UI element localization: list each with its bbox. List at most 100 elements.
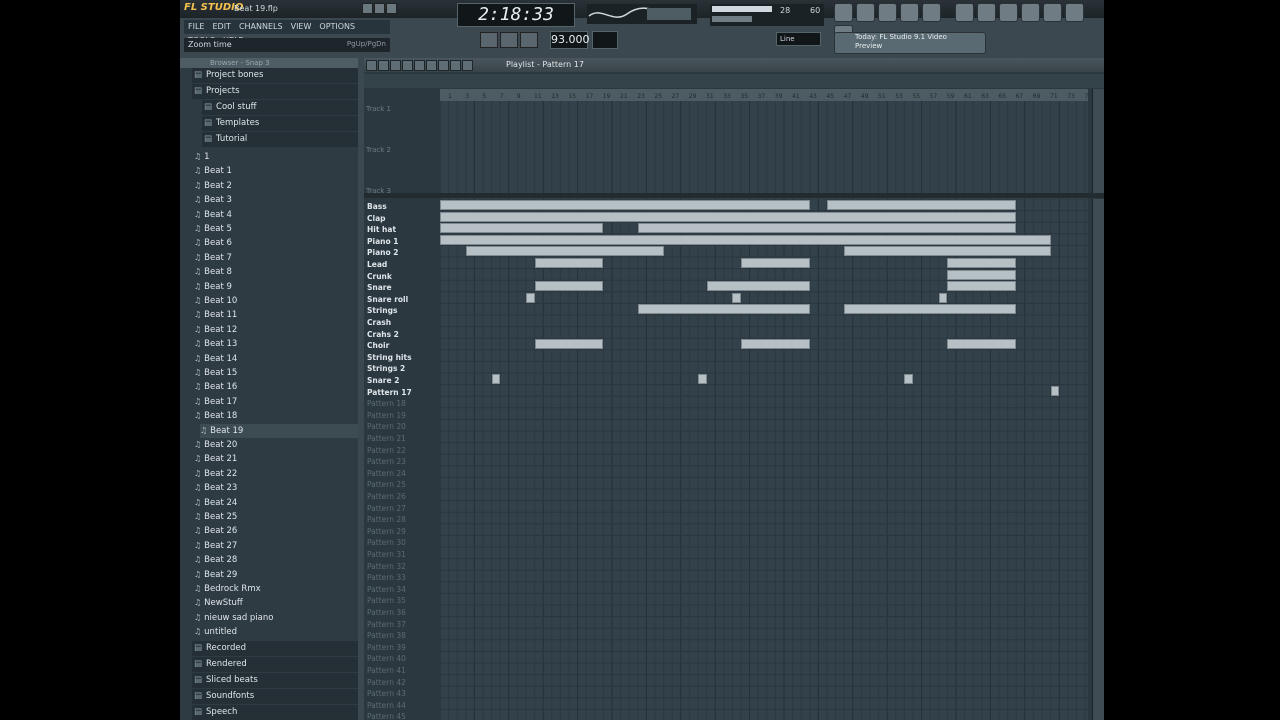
pattern-name[interactable]: Pattern 25 bbox=[367, 479, 406, 490]
step-sequencer-icon[interactable] bbox=[856, 3, 875, 22]
pattern-name[interactable]: Piano 2 bbox=[367, 247, 398, 258]
browser-folder[interactable]: ▤ Soundfonts bbox=[192, 688, 358, 704]
track-label[interactable]: Track 1 bbox=[366, 105, 391, 113]
browser-file[interactable]: ♫ Beat 28 bbox=[194, 553, 237, 567]
pattern-clip[interactable] bbox=[440, 200, 810, 210]
pattern-clip[interactable] bbox=[637, 223, 1017, 234]
pattern-clip[interactable] bbox=[526, 292, 535, 303]
pattern-clip[interactable] bbox=[947, 258, 1017, 268]
pattern-clip[interactable] bbox=[947, 339, 1017, 350]
pattern-name[interactable]: Snare roll bbox=[367, 294, 408, 305]
mute-tool-icon[interactable] bbox=[402, 60, 413, 71]
pattern-name[interactable]: Pattern 21 bbox=[367, 433, 406, 444]
maximize-icon[interactable] bbox=[374, 3, 385, 14]
pattern-clip[interactable] bbox=[732, 292, 741, 303]
record-button[interactable] bbox=[520, 32, 538, 48]
browser-file[interactable]: ♫ Beat 13 bbox=[194, 337, 237, 351]
browser-file[interactable]: ♫ Beat 12 bbox=[194, 323, 237, 337]
paint-tool-icon[interactable] bbox=[378, 60, 389, 71]
pattern-name[interactable]: Bass bbox=[367, 201, 387, 212]
track-scrollbar[interactable] bbox=[1092, 89, 1104, 193]
pattern-clip[interactable] bbox=[741, 258, 810, 268]
pattern-name[interactable]: String hits bbox=[367, 352, 412, 363]
browser-file[interactable]: ♫ Beat 5 bbox=[194, 222, 232, 236]
browser-folder[interactable]: ▤ Project bones bbox=[192, 68, 358, 83]
pattern-name[interactable]: Clap bbox=[367, 213, 386, 224]
timeline-ruler[interactable]: 1 3 5 7 9 11 13 15 17 19 21 23 25 27 29 31 33 35 37 39 41 43 4… bbox=[440, 89, 1104, 101]
disk-icon[interactable] bbox=[977, 3, 996, 22]
pattern-name[interactable]: Strings 2 bbox=[367, 363, 405, 374]
browser-subfolder[interactable]: ▤ Templates bbox=[202, 116, 358, 131]
stop-button[interactable] bbox=[500, 32, 518, 48]
power-icon[interactable] bbox=[955, 3, 974, 22]
browser-file[interactable]: ♫ Beat 29 bbox=[194, 568, 237, 582]
browser-folder[interactable]: ▤ Recorded bbox=[192, 640, 358, 656]
browser-file[interactable]: ♫ Beat 24 bbox=[194, 496, 237, 510]
pattern-name[interactable]: Pattern 23 bbox=[367, 456, 406, 467]
browser-file[interactable]: ♫ Beat 16 bbox=[194, 380, 237, 394]
browser-file[interactable]: ♫ 1 bbox=[194, 150, 210, 164]
pattern-name[interactable]: Snare 2 bbox=[367, 375, 399, 386]
pattern-clip[interactable] bbox=[741, 339, 810, 350]
pattern-clip[interactable] bbox=[440, 211, 1017, 222]
browser-folder[interactable]: ▤ Speech bbox=[192, 704, 358, 720]
pattern-name[interactable]: Pattern 26 bbox=[367, 491, 406, 502]
browser-file[interactable]: ♫ nieuw sad piano bbox=[194, 611, 273, 625]
pattern-name[interactable]: Pattern 41 bbox=[367, 665, 406, 676]
pattern-name[interactable]: Pattern 34 bbox=[367, 584, 406, 595]
browser-folder[interactable]: ▤ Projects bbox=[192, 84, 358, 99]
pattern-name[interactable]: Pattern 28 bbox=[367, 514, 406, 525]
pattern-name[interactable]: Pattern 27 bbox=[367, 503, 406, 514]
pattern-name[interactable]: Pattern 29 bbox=[367, 526, 406, 537]
pattern-name[interactable]: Pattern 35 bbox=[367, 595, 406, 606]
browser-subfolder[interactable]: ▤ Cool stuff bbox=[202, 100, 358, 115]
pattern-name[interactable]: Pattern 37 bbox=[367, 619, 406, 630]
pattern-name[interactable]: Pattern 39 bbox=[367, 642, 406, 653]
pattern-name[interactable]: Pattern 24 bbox=[367, 468, 406, 479]
export-icon[interactable] bbox=[1065, 3, 1084, 22]
browser-file[interactable]: ♫ Beat 18 bbox=[194, 409, 237, 423]
browser-file[interactable]: ♫ Beat 9 bbox=[194, 280, 232, 294]
pattern-clip[interactable] bbox=[440, 234, 1051, 245]
browser-file[interactable]: ♫ Beat 21 bbox=[194, 452, 237, 466]
draw-tool-icon[interactable] bbox=[366, 60, 377, 71]
browser-file[interactable]: ♫ Beat 26 bbox=[194, 524, 237, 538]
delete-icon[interactable] bbox=[999, 3, 1018, 22]
browser-file[interactable]: ♫ Beat 6 bbox=[194, 236, 232, 250]
menu-channels[interactable]: CHANNELS bbox=[235, 20, 287, 34]
delete-tool-icon[interactable] bbox=[390, 60, 401, 71]
pattern-name[interactable]: Pattern 20 bbox=[367, 421, 406, 432]
browser-subfolder[interactable]: ▤ Tutorial bbox=[202, 132, 358, 147]
pattern-name[interactable]: Crash bbox=[367, 317, 391, 328]
browser-file[interactable]: ♫ Beat 8 bbox=[194, 265, 232, 279]
pattern-name[interactable]: Crunk bbox=[367, 271, 392, 282]
browser-file[interactable]: ♫ Beat 19 bbox=[200, 423, 358, 438]
close-icon[interactable] bbox=[386, 3, 397, 14]
browser-file[interactable]: ♫ NewStuff bbox=[194, 596, 243, 610]
pattern-name[interactable]: Pattern 36 bbox=[367, 607, 406, 618]
pattern-clip[interactable] bbox=[534, 281, 604, 292]
pattern-name[interactable]: Hit hat bbox=[367, 224, 396, 235]
menu-view[interactable]: VIEW bbox=[287, 20, 316, 34]
browser-file[interactable]: ♫ Beat 1 bbox=[194, 164, 232, 178]
browser-folder[interactable]: ▤ Rendered bbox=[192, 656, 358, 672]
pattern-name[interactable]: Lead bbox=[367, 259, 387, 270]
pattern-name[interactable]: Piano 1 bbox=[367, 236, 398, 247]
pattern-name[interactable]: Pattern 30 bbox=[367, 537, 406, 548]
search-icon[interactable] bbox=[1043, 3, 1062, 22]
pattern-name[interactable]: Pattern 31 bbox=[367, 549, 406, 560]
zoom-tool-icon[interactable] bbox=[450, 60, 461, 71]
pattern-clip[interactable] bbox=[440, 223, 604, 234]
pattern-name[interactable]: Pattern 33 bbox=[367, 572, 406, 583]
playlist-icon[interactable] bbox=[834, 3, 853, 22]
pattern-selector[interactable] bbox=[592, 31, 618, 49]
pattern-clip[interactable] bbox=[1050, 385, 1060, 396]
pattern-clip[interactable] bbox=[637, 304, 810, 315]
pattern-clip[interactable] bbox=[904, 374, 913, 384]
browser-folder[interactable]: ▤ Sliced beats bbox=[192, 672, 358, 688]
pattern-clip[interactable] bbox=[698, 374, 707, 384]
play-tool-icon[interactable] bbox=[462, 60, 473, 71]
tempo-display[interactable]: 93.000 bbox=[550, 31, 590, 49]
browser-file[interactable]: ♫ Beat 10 bbox=[194, 294, 237, 308]
pattern-clip[interactable] bbox=[465, 246, 664, 257]
